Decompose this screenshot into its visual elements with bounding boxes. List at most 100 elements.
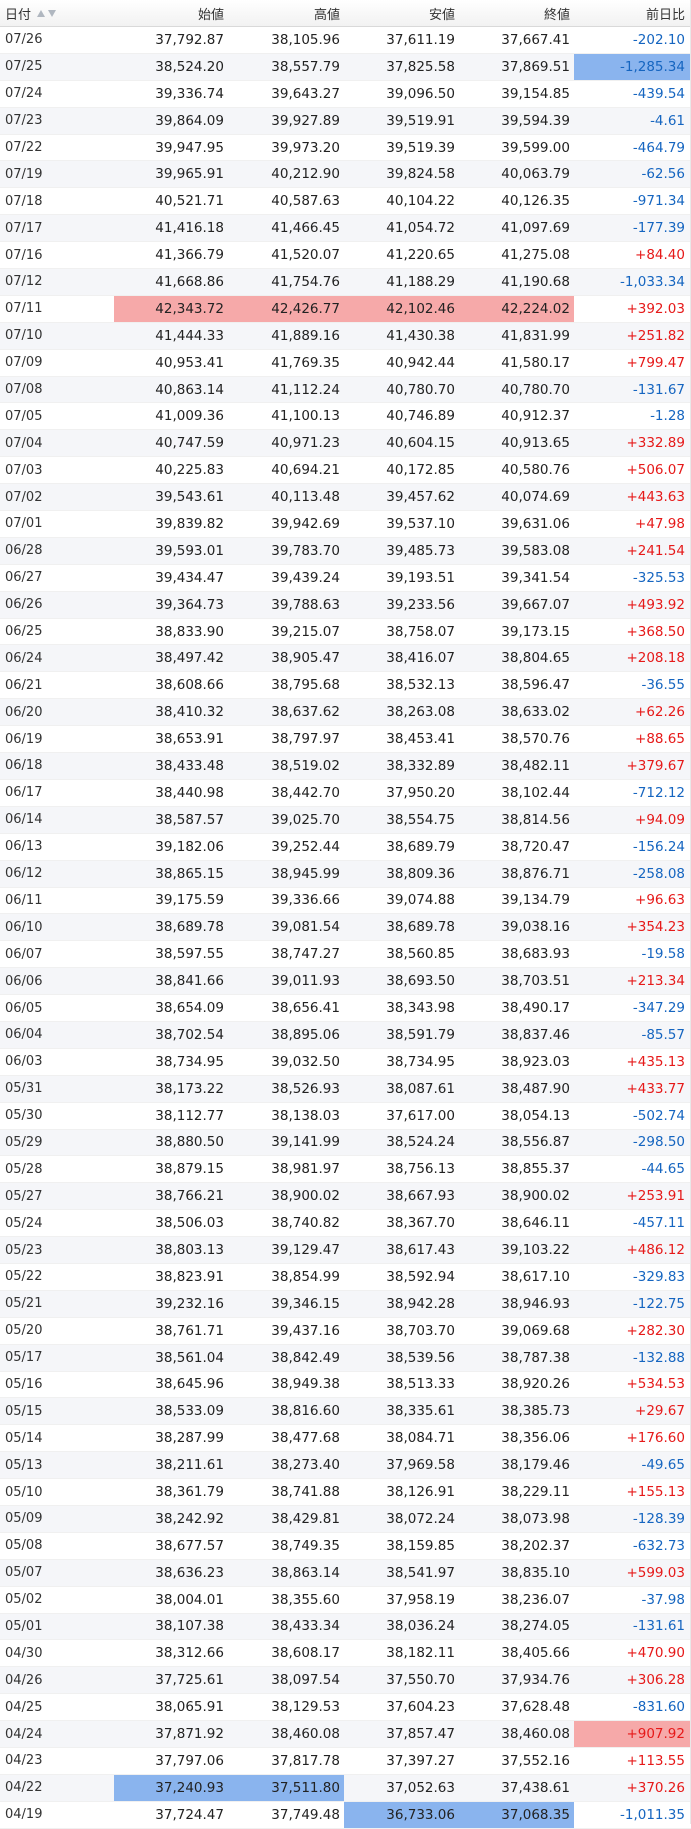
cell-low: 38,182.11 — [386, 1645, 455, 1662]
cell-open: 39,839.82 — [155, 515, 224, 532]
cell-high: 39,346.15 — [271, 1295, 340, 1312]
cell-close: 40,780.70 — [501, 381, 570, 398]
header-change[interactable]: 前日比 — [574, 0, 690, 26]
cell-close: 41,097.69 — [501, 220, 570, 237]
cell-high: 38,854.99 — [271, 1268, 340, 1285]
cell-open: 38,004.01 — [155, 1591, 224, 1608]
cell-high: 41,520.07 — [271, 247, 340, 264]
cell-close: 39,173.15 — [501, 623, 570, 640]
cell-low: 37,857.47 — [386, 1726, 455, 1743]
cell-change: -831.60 — [632, 1699, 685, 1716]
cell-low: 37,825.58 — [386, 58, 455, 75]
cell-open: 38,211.61 — [155, 1457, 224, 1474]
cell-close: 39,667.07 — [501, 596, 570, 613]
cell-open: 38,410.32 — [155, 704, 224, 721]
cell-open: 37,240.93 — [114, 1774, 229, 1801]
cell-close: 38,946.93 — [501, 1295, 570, 1312]
cell-low: 41,188.29 — [386, 273, 455, 290]
cell-change: -177.39 — [632, 220, 685, 237]
cell-change: +29.67 — [635, 1403, 685, 1420]
cell-high: 42,426.77 — [229, 295, 344, 322]
cell-close: 38,837.46 — [501, 1026, 570, 1043]
cell-close: 39,069.68 — [501, 1322, 570, 1339]
cell-date: 06/04 — [5, 1027, 43, 1043]
table-row: 06/04 38,702.54 38,895.06 38,591.79 38,837.4… — [0, 1021, 691, 1049]
cell-low: 37,958.19 — [386, 1591, 455, 1608]
cell-change: +213.34 — [626, 973, 685, 990]
cell-low: 38,524.24 — [386, 1134, 455, 1151]
cell-low: 38,084.71 — [386, 1430, 455, 1447]
cell-low: 38,667.93 — [386, 1188, 455, 1205]
cell-change: +332.89 — [626, 435, 685, 452]
cell-close: 38,490.17 — [501, 1000, 570, 1016]
table-row: 07/03 40,225.83 40,694.21 40,172.85 40,580.7… — [0, 457, 691, 485]
cell-date: 06/20 — [5, 704, 43, 720]
cell-date: 06/27 — [5, 570, 43, 586]
cell-open: 38,841.66 — [155, 973, 224, 990]
cell-change: -132.88 — [632, 1349, 685, 1366]
table-row: 06/18 38,433.48 38,519.02 38,332.89 38,482.1… — [0, 753, 691, 780]
cell-open: 38,689.78 — [155, 919, 224, 936]
sort-descending-icon[interactable] — [48, 9, 57, 17]
cell-open: 39,364.73 — [155, 596, 224, 613]
header-open[interactable]: 始値 — [114, 0, 229, 26]
cell-low: 40,942.44 — [386, 354, 455, 371]
cell-high: 38,749.35 — [271, 1537, 340, 1554]
sort-ascending-icon[interactable] — [37, 9, 46, 17]
cell-date: 07/05 — [5, 408, 43, 424]
cell-low: 38,560.85 — [386, 946, 455, 963]
header-low[interactable]: 安値 — [344, 0, 459, 26]
cell-change: -971.34 — [632, 193, 685, 210]
cell-close: 42,224.02 — [459, 295, 574, 322]
cell-close: 38,920.26 — [501, 1376, 570, 1393]
cell-change: -62.56 — [641, 166, 685, 183]
cell-date: 06/12 — [5, 866, 43, 882]
cell-change: +241.54 — [626, 542, 685, 559]
cell-change: -36.55 — [641, 677, 685, 694]
cell-date: 04/22 — [5, 1780, 43, 1796]
cell-close: 38,814.56 — [501, 811, 570, 828]
cell-low: 40,746.89 — [386, 408, 455, 425]
cell-change: -329.83 — [632, 1268, 685, 1285]
cell-open: 38,645.96 — [155, 1376, 224, 1393]
cell-close: 38,923.03 — [501, 1053, 570, 1070]
sort-control[interactable] — [37, 9, 57, 17]
cell-change: -1,285.34 — [574, 53, 690, 80]
header-close[interactable]: 終値 — [459, 0, 574, 26]
table-row: 05/02 38,004.01 38,355.60 37,958.19 38,236.0… — [0, 1586, 691, 1614]
table-row: 07/04 40,747.59 40,971.23 40,604.15 40,913.6… — [0, 430, 691, 458]
price-table-container: 日付 始値 高値 安値 終値 前日比 07/26 37,792.87 38,105.… — [0, 0, 691, 1829]
table-row: 06/24 38,497.42 38,905.47 38,416.07 38,804.6… — [0, 645, 691, 673]
cell-low: 38,532.13 — [386, 677, 455, 694]
cell-high: 40,587.63 — [271, 193, 340, 210]
cell-open: 39,543.61 — [155, 489, 224, 506]
cell-high: 38,797.97 — [271, 731, 340, 748]
cell-open: 39,593.01 — [155, 542, 224, 559]
cell-low: 40,172.85 — [386, 462, 455, 479]
cell-close: 38,179.46 — [501, 1457, 570, 1474]
cell-change: +907.92 — [574, 1721, 690, 1747]
cell-change: -502.74 — [632, 1107, 685, 1124]
cell-open: 38,608.66 — [155, 677, 224, 694]
cell-low: 38,416.07 — [386, 650, 455, 667]
header-date[interactable]: 日付 — [0, 0, 114, 26]
cell-low: 37,397.27 — [386, 1752, 455, 1769]
cell-low: 38,592.94 — [386, 1268, 455, 1285]
cell-close: 38,596.47 — [501, 677, 570, 694]
table-row: 05/28 38,879.15 38,981.97 38,756.13 38,855.3… — [0, 1156, 691, 1184]
cell-high: 38,747.27 — [271, 946, 340, 963]
table-row: 07/05 41,009.36 41,100.13 40,746.89 40,912.3… — [0, 403, 691, 431]
cell-date: 07/08 — [5, 382, 43, 398]
cell-date: 05/08 — [5, 1538, 43, 1554]
cell-high: 38,981.97 — [271, 1161, 340, 1178]
table-row: 04/23 37,797.06 37,817.78 37,397.27 37,552.1… — [0, 1748, 691, 1775]
table-row: 05/20 38,761.71 39,437.16 38,703.70 39,069.6… — [0, 1317, 691, 1345]
cell-low: 40,604.15 — [386, 435, 455, 452]
header-high[interactable]: 高値 — [229, 0, 344, 26]
cell-close: 41,831.99 — [501, 327, 570, 344]
cell-close: 41,190.68 — [501, 273, 570, 290]
cell-change: -44.65 — [641, 1161, 685, 1178]
cell-open: 38,761.71 — [155, 1322, 224, 1339]
cell-open: 40,953.41 — [155, 354, 224, 371]
cell-low: 39,457.62 — [386, 489, 455, 506]
